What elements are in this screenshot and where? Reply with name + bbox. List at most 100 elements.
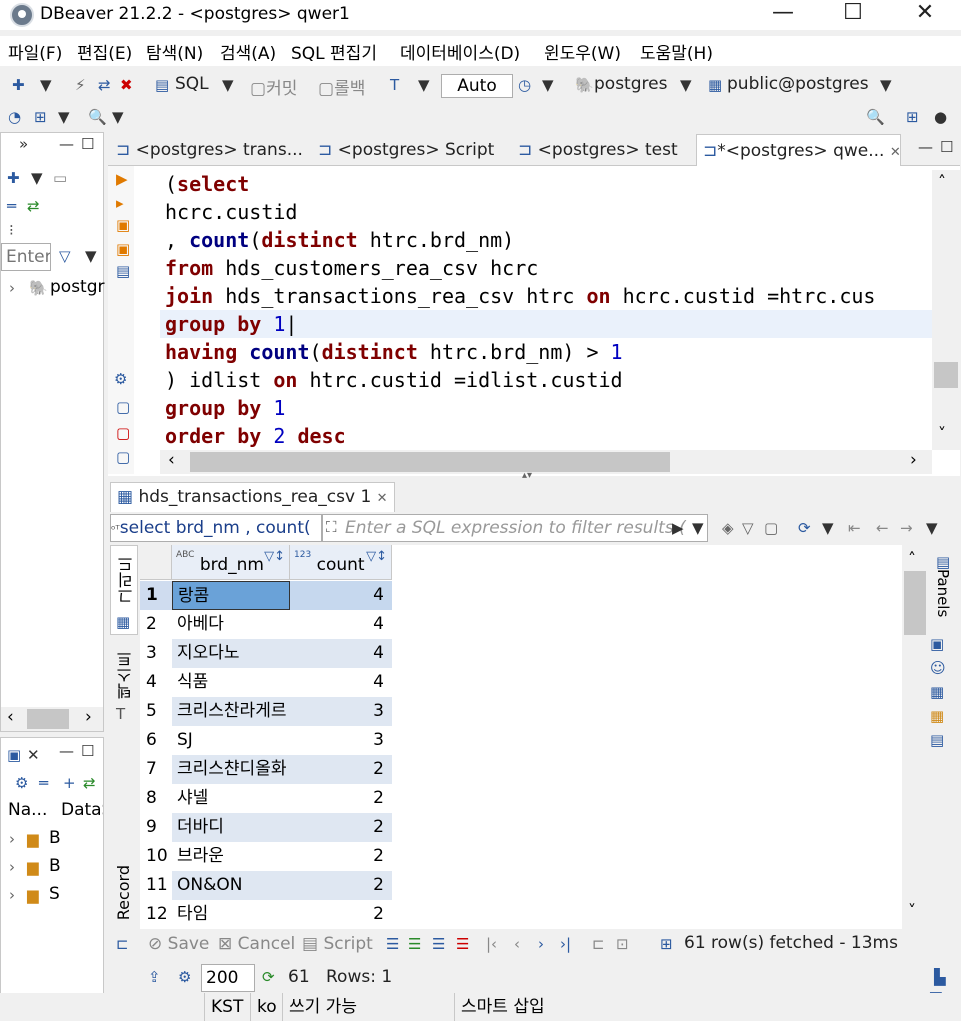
table-row[interactable]: 5 크리스찬라게르 3 — [140, 697, 392, 726]
active-schema[interactable]: public@postgres — [727, 74, 869, 94]
grouping-panel-icon[interactable]: ▦ — [930, 683, 944, 701]
cell-brd_nm[interactable]: ON&ON — [172, 871, 290, 900]
maximize-icon[interactable]: ☐ — [940, 138, 953, 156]
tab-results[interactable]: ▦ hds_transactions_rea_csv 1 ✕ — [110, 482, 395, 512]
project-item[interactable]: S — [49, 884, 60, 904]
find-icon[interactable]: 🔍 — [88, 108, 107, 126]
auto-commit-toggle[interactable]: Auto — [441, 74, 513, 98]
row-number[interactable]: 9 — [140, 813, 172, 842]
clear-filter-icon[interactable]: ◈ — [722, 519, 734, 537]
cell-count[interactable]: 2 — [290, 784, 392, 813]
cell-brd_nm[interactable]: 크리스챤디올화 — [172, 755, 290, 784]
row-number[interactable]: 6 — [140, 726, 172, 755]
export-icon[interactable]: ⇪ — [148, 968, 161, 986]
table-row[interactable]: 7 크리스챤디올화 2 — [140, 755, 392, 784]
row-number[interactable]: 10 — [140, 842, 172, 871]
maximize-icon[interactable]: ☐ — [81, 742, 94, 760]
grid-vertical-scrollbar[interactable]: ˄ ˅ — [902, 545, 928, 929]
horizontal-scrollbar[interactable]: ‹ › — [1, 707, 103, 731]
menu-window[interactable]: 윈도우(W) — [544, 39, 621, 64]
project-item[interactable]: B — [49, 856, 61, 876]
table-row[interactable]: 8 샤넬 2 — [140, 784, 392, 813]
cell-brd_nm[interactable]: 타임 — [172, 900, 290, 929]
scroll-right-icon[interactable]: › — [910, 450, 917, 470]
filter-save-icon[interactable]: ▢ — [764, 519, 778, 537]
perspective-icon[interactable]: ⊞ — [906, 108, 919, 126]
open-script-icon[interactable]: ▢ — [116, 424, 130, 442]
menu-file[interactable]: 파일(F) — [8, 39, 62, 64]
cell-count[interactable]: 2 — [290, 842, 392, 871]
row-number[interactable]: 3 — [140, 639, 172, 668]
scroll-thumb[interactable] — [27, 709, 69, 729]
settings-gear-icon[interactable]: ⚙ — [15, 774, 28, 792]
code-area[interactable]: (select hcrc.custid , count(distinct htr… — [160, 170, 932, 450]
script-button[interactable]: ▤ Script — [302, 934, 373, 954]
cell-brd_nm[interactable]: 샤넬 — [172, 784, 290, 813]
scroll-down-icon[interactable]: ˅ — [908, 901, 916, 920]
search-icon[interactable]: 🔍 — [866, 108, 885, 126]
expand-chevron-icon[interactable]: › — [9, 886, 15, 904]
row-number[interactable]: 7 — [140, 755, 172, 784]
value-panel-icon[interactable]: ▣ — [930, 635, 944, 653]
tree-icon[interactable]: ⊞ — [34, 108, 47, 126]
table-row[interactable]: 2 아베다 4 — [140, 610, 392, 639]
column-header-name[interactable]: Na... — [8, 800, 47, 820]
calc-panel-icon[interactable]: ▦ — [930, 707, 944, 725]
close-button[interactable]: ✕ — [902, 0, 948, 30]
settings-gear-icon[interactable]: ⚙ — [178, 968, 191, 986]
table-row[interactable]: 11 ON&ON 2 — [140, 871, 392, 900]
cell-brd_nm[interactable]: 랑콤 — [172, 581, 290, 610]
prev-page-icon[interactable]: ‹ — [514, 935, 520, 953]
tree-item-postgres[interactable]: postgr — [50, 277, 105, 297]
tab-record[interactable]: Record — [110, 865, 138, 935]
column-header-brd_nm[interactable]: ABC brd_nm ▽↕ — [172, 545, 290, 580]
next-page-icon[interactable]: › — [538, 935, 544, 953]
new-script-icon[interactable]: ▢ — [116, 398, 130, 416]
new-dropdown-icon[interactable]: ▼ — [31, 169, 43, 187]
row-number[interactable]: 12 — [140, 900, 172, 929]
sql-editor-icon[interactable]: ▤ — [155, 76, 169, 94]
cell-brd_nm[interactable]: 아베다 — [172, 610, 290, 639]
menu-sql-editor[interactable]: SQL 편집기 — [291, 39, 377, 64]
editor-horizontal-scrollbar[interactable]: ‹ › — [160, 450, 932, 474]
editor-vertical-scrollbar[interactable]: ˄ ˅ — [932, 170, 960, 450]
panel-toggle-icon[interactable]: ⊏ — [116, 935, 129, 953]
scroll-up-icon[interactable]: ˄ — [908, 549, 916, 568]
menu-search[interactable]: 검색(A) — [220, 39, 276, 64]
close-tab-icon[interactable]: ✕ — [27, 746, 40, 764]
references-panel-icon[interactable]: ▤ — [930, 731, 944, 749]
navigator-tab-icon[interactable]: » — [19, 135, 28, 153]
settings-gear-icon[interactable]: ⚙ — [114, 370, 127, 388]
history-icon[interactable]: ◷ — [518, 76, 531, 94]
refresh-dropdown-icon[interactable]: ▼ — [822, 519, 834, 537]
project-item[interactable]: B — [49, 828, 61, 848]
row-number[interactable]: 2 — [140, 610, 172, 639]
collapse-all-icon[interactable]: ═ — [7, 197, 16, 215]
scroll-thumb[interactable] — [934, 362, 958, 388]
filter-icon[interactable]: ▽ — [59, 247, 71, 265]
cell-brd_nm[interactable]: 크리스찬라게르 — [172, 697, 290, 726]
scroll-down-icon[interactable]: ˅ — [938, 424, 946, 443]
apply-filter-icon[interactable]: ▶ — [672, 519, 684, 537]
refresh-count-icon[interactable]: ⟳ — [262, 968, 275, 986]
metadata-panel-icon[interactable]: ☺ — [930, 659, 946, 677]
cell-count[interactable]: 2 — [290, 755, 392, 784]
scroll-right-icon[interactable]: › — [85, 707, 92, 727]
table-row[interactable]: 1 랑콤 4 — [140, 581, 392, 610]
filter-settings-icon[interactable]: ▽ — [742, 519, 754, 537]
row-number[interactable]: 11 — [140, 871, 172, 900]
table-row[interactable]: 12 타임 2 — [140, 900, 392, 929]
cell-count[interactable]: 2 — [290, 871, 392, 900]
expand-chevron-icon[interactable]: › — [9, 858, 15, 876]
collapse-all-icon[interactable]: ═ — [39, 774, 48, 792]
connect-plug-icon[interactable]: ⚡ — [75, 76, 86, 94]
table-row[interactable]: 4 식품 4 — [140, 668, 392, 697]
projects-tab-icon[interactable]: ▣ — [7, 746, 21, 764]
execute-script-tabs-icon[interactable]: ▣ — [116, 240, 130, 258]
reconnect-icon[interactable]: ⇄ — [98, 76, 111, 94]
cell-brd_nm[interactable]: 브라운 — [172, 842, 290, 871]
scroll-left-icon[interactable]: ‹ — [7, 707, 14, 727]
delete-row-icon[interactable]: ☰ — [456, 935, 469, 953]
edit-row-icon[interactable]: ☰ — [386, 935, 399, 953]
scroll-thumb[interactable] — [904, 571, 926, 635]
